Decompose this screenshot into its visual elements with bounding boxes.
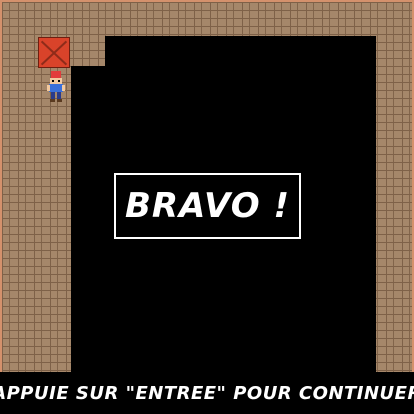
victory-text: BRAVO ! (124, 186, 291, 226)
continue-prompt-bar[interactable]: APPUIE SUR "ENTREE" POUR CONTINUER (0, 372, 414, 414)
floor-corridor (71, 66, 105, 173)
continue-prompt-text: APPUIE SUR "ENTREE" POUR CONTINUER (0, 382, 414, 404)
game-screen: BRAVO ! APPUIE SUR "ENTREE" POUR CONTINU… (0, 0, 414, 414)
player-icon (47, 71, 65, 102)
crate-icon (38, 37, 70, 68)
victory-banner: BRAVO ! (114, 173, 301, 239)
